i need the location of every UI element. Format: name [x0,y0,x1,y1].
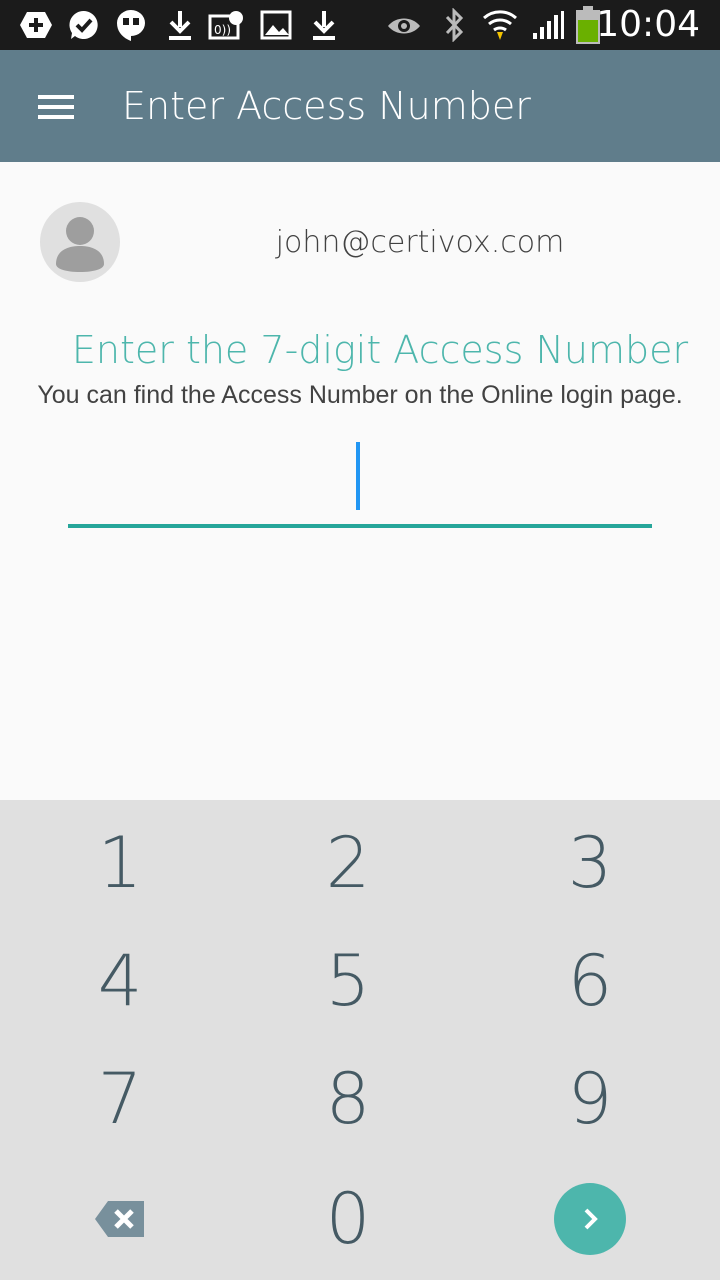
signal-icon [530,8,566,42]
download-icon [306,8,342,42]
backspace-icon [95,1201,144,1237]
bluetooth-icon [436,8,472,42]
key-5[interactable]: 5 [228,922,468,1040]
wifi-icon [482,8,518,42]
submit-button[interactable] [470,1160,710,1278]
prompt-subtitle: You can find the Access Number on the On… [37,381,683,409]
person-icon [56,217,104,272]
key-2[interactable]: 2 [228,804,468,922]
add-icon [18,8,54,42]
key-1[interactable]: 1 [0,804,240,922]
prompt-title: Enter the 7-digit Access Number [71,328,689,372]
eye-icon [386,8,422,42]
status-bar: 0)) 10:04 [0,0,720,50]
check-circle-icon [66,8,102,42]
numeric-keypad: 1 2 3 4 5 6 7 8 9 0 [0,800,720,1280]
hangouts-icon [113,8,149,42]
key-9[interactable]: 9 [470,1040,710,1158]
key-6[interactable]: 6 [470,922,710,1040]
svg-text:0)): 0)) [214,23,231,37]
clock: 10:04 [596,4,700,45]
key-8[interactable]: 8 [228,1040,468,1158]
image-icon [258,8,294,42]
nfc-icon: 0)) [208,8,244,42]
download-icon [162,8,198,42]
text-caret [356,442,360,510]
key-0[interactable]: 0 [228,1160,468,1278]
app-bar: Enter Access Number [0,50,720,162]
access-number-input[interactable] [68,430,652,528]
chevron-right-icon [584,1208,598,1230]
submit-circle [554,1183,626,1255]
key-4[interactable]: 4 [0,922,240,1040]
avatar [40,202,120,282]
backspace-button[interactable] [0,1160,240,1278]
key-7[interactable]: 7 [0,1040,240,1158]
page-title: Enter Access Number [122,84,531,128]
menu-icon[interactable] [36,93,76,121]
key-3[interactable]: 3 [470,804,710,922]
user-email: john@certivox.com [275,225,565,260]
